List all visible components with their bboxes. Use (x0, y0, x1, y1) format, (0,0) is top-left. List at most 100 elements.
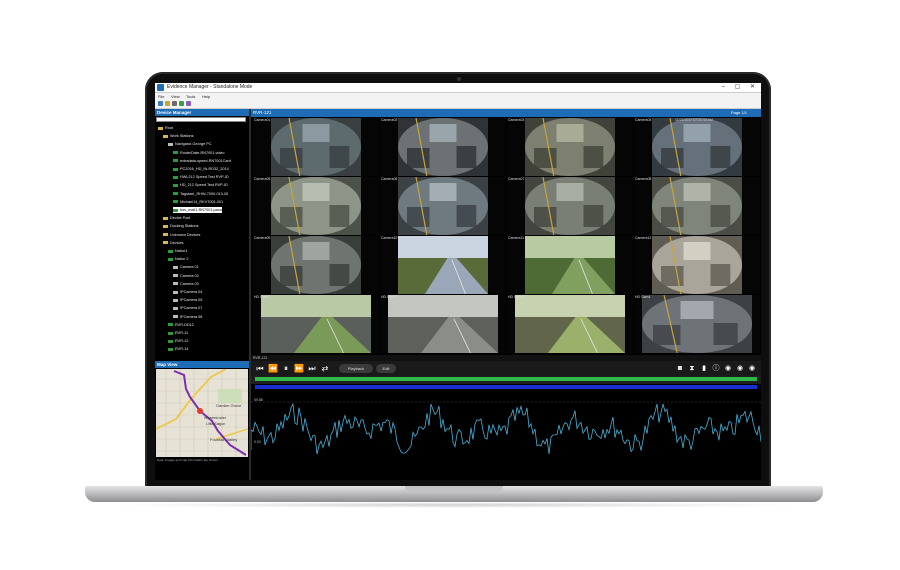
camera-tile[interactable]: Camera09 (253, 236, 379, 294)
tree-item[interactable]: RVR-14 (168, 346, 188, 352)
tree-item[interactable]: IPCamera 05 (173, 297, 202, 303)
skip-end-icon[interactable]: ⏭ (307, 363, 317, 374)
rewind-icon[interactable]: ⏪ (268, 363, 278, 374)
tree-item[interactable]: Navigator-George PC (168, 141, 212, 147)
dvr-icon (173, 183, 178, 187)
zoom-icon[interactable]: ◉ (723, 363, 733, 374)
info-icon[interactable]: ⓘ (711, 363, 721, 374)
camera-icon (173, 290, 178, 294)
tree-item-label: RVR-12 (175, 339, 189, 344)
video-header-label: RVR-121 (253, 110, 272, 115)
camera-label: Camera03 (508, 118, 525, 122)
camera-tile[interactable]: HD Cam1 (253, 295, 379, 353)
video-timestamp: 11/21/2017 07:21:40 AM (675, 118, 713, 122)
tree-item[interactable]: Work Stations (163, 133, 194, 139)
tree-item[interactable]: HD_212 Speed Test RVP-ID (173, 182, 228, 188)
monitor-icon (168, 142, 173, 146)
tree-item[interactable]: IPCamera 07 (173, 305, 202, 311)
tree-item[interactable]: PC2016_HD_IN-RD32_2014 (173, 166, 229, 172)
home-icon[interactable] (158, 101, 163, 106)
camera-tile[interactable]: Camera10 (380, 236, 506, 294)
camera-tile[interactable]: Camera08 (634, 177, 760, 235)
clip-icon[interactable]: ⧗ (687, 363, 697, 374)
pause-icon[interactable]: ⏸ (281, 363, 291, 374)
menu-help[interactable]: Help (202, 93, 210, 100)
tree-item[interactable]: Camera 03 (173, 281, 199, 287)
camera-tile[interactable]: Camera06 (380, 177, 506, 235)
camera-label: Camera06 (381, 177, 398, 181)
device-tree: Root Work Stations Navigator-George PC Rout… (155, 123, 249, 359)
menu-tools[interactable]: Tools (186, 93, 195, 100)
event-range-bar[interactable] (255, 385, 757, 389)
map-view-title: Map View (157, 362, 178, 367)
tree-item[interactable]: Michael14_RKV7001-001 (173, 199, 223, 205)
settings-dial-icon[interactable]: ◉ (747, 363, 757, 374)
camera-feed-image (271, 236, 361, 294)
tree-item-label: Docking Stations (170, 224, 199, 229)
tree-item[interactable]: Camera 02 (173, 273, 199, 279)
fast-forward-icon[interactable]: ⏩ (294, 363, 304, 374)
camera-tile[interactable]: HD Cam2 (380, 295, 506, 353)
tree-item[interactable]: IPCamera 04 (173, 289, 202, 295)
camera-tile[interactable]: Camera03 (507, 118, 633, 176)
tree-item-label: Unknown Devices (170, 232, 201, 237)
camera-tile[interactable]: Camera12 (634, 236, 760, 294)
tree-item-label: Devices (170, 240, 184, 245)
camera-feed-image (261, 295, 371, 353)
camera-label: Camera07 (508, 177, 525, 181)
save-icon[interactable] (172, 101, 177, 106)
open-folder-icon[interactable] (165, 101, 170, 106)
tree-item-label: PC2016_HD_IN-RD32_2014 (180, 167, 229, 171)
settings-icon[interactable] (186, 101, 191, 106)
loop-icon[interactable]: ⇄ (320, 363, 330, 374)
camera-feed-image (271, 177, 361, 235)
tree-item[interactable]: Nabor 2 (168, 256, 189, 262)
camera-tile[interactable]: Camera02 (380, 118, 506, 176)
tree-item[interactable]: Route/Date-RN7001.video (173, 150, 225, 156)
tree-item[interactable]: Devices (163, 240, 184, 246)
tree-item-label: Michael14_RKV7001-001 (180, 199, 224, 204)
graph-y-min-label: 0.00 (254, 440, 261, 444)
tree-item[interactable]: Root (158, 125, 173, 131)
map-label: Fountain Valley (210, 437, 238, 442)
camera-tile[interactable]: HD Cam3 (507, 295, 633, 353)
camera-tile[interactable]: HD Cam4 (634, 295, 760, 353)
tree-item[interactable]: IPCamera 08 (173, 314, 202, 320)
tree-item[interactable]: HWL212 Speed Test RVP-ID (173, 174, 229, 180)
snapshot-icon[interactable]: ◙ (675, 363, 685, 374)
device-search-input[interactable] (156, 117, 246, 122)
tree-item[interactable]: RVR-DD12 (168, 322, 194, 328)
dvr-icon (173, 208, 178, 212)
tree-item[interactable]: bus_mall1-RN7001.pano (173, 207, 223, 213)
tree-item[interactable]: Unknown Devices (163, 232, 200, 238)
tree-item[interactable]: Docking Stations (163, 223, 199, 229)
tree-item[interactable]: Device Pool (163, 215, 190, 221)
camera-tile[interactable]: Camera01 (253, 118, 379, 176)
speed-icon[interactable]: ◉ (735, 363, 745, 374)
folder-icon (163, 216, 168, 220)
camera-tile[interactable]: Camera07 (507, 177, 633, 235)
bookmark-icon[interactable]: ▮ (699, 363, 709, 374)
camera-tile[interactable]: Camera05 (253, 177, 379, 235)
tree-item[interactable]: Tagstant_RHW-7000-013-05 (173, 191, 228, 197)
edit-mode-button[interactable]: Edit (376, 364, 396, 373)
map[interactable]: Garden Grove Westminster Little Saigon F… (156, 369, 248, 457)
tree-item[interactable]: Nabor1 (168, 248, 187, 254)
playback-mode-button[interactable]: Playback (339, 364, 373, 373)
camera-tile[interactable]: Camera11 (507, 236, 633, 294)
camera-tile[interactable]: Camera04 (634, 118, 760, 176)
menu-file[interactable]: File (158, 93, 164, 100)
tree-item-label: extradata-speed-RN7001Card (180, 158, 231, 163)
camera-feed-image (398, 177, 488, 235)
tree-item[interactable]: extradata-speed-RN7001Card (173, 158, 231, 164)
skip-start-icon[interactable]: ⏮ (255, 363, 265, 374)
timeline-track[interactable] (251, 376, 761, 384)
tree-item[interactable]: RVR-12 (168, 338, 188, 344)
export-icon[interactable] (179, 101, 184, 106)
tree-item[interactable]: Camera 01 (173, 264, 199, 270)
window-controls[interactable]: – ▢ ✕ (722, 83, 759, 92)
tree-item[interactable]: RVR-11 (168, 330, 188, 336)
camera-icon (173, 265, 178, 269)
map-view-header: Map View (155, 361, 249, 368)
menu-view[interactable]: View (171, 93, 180, 100)
